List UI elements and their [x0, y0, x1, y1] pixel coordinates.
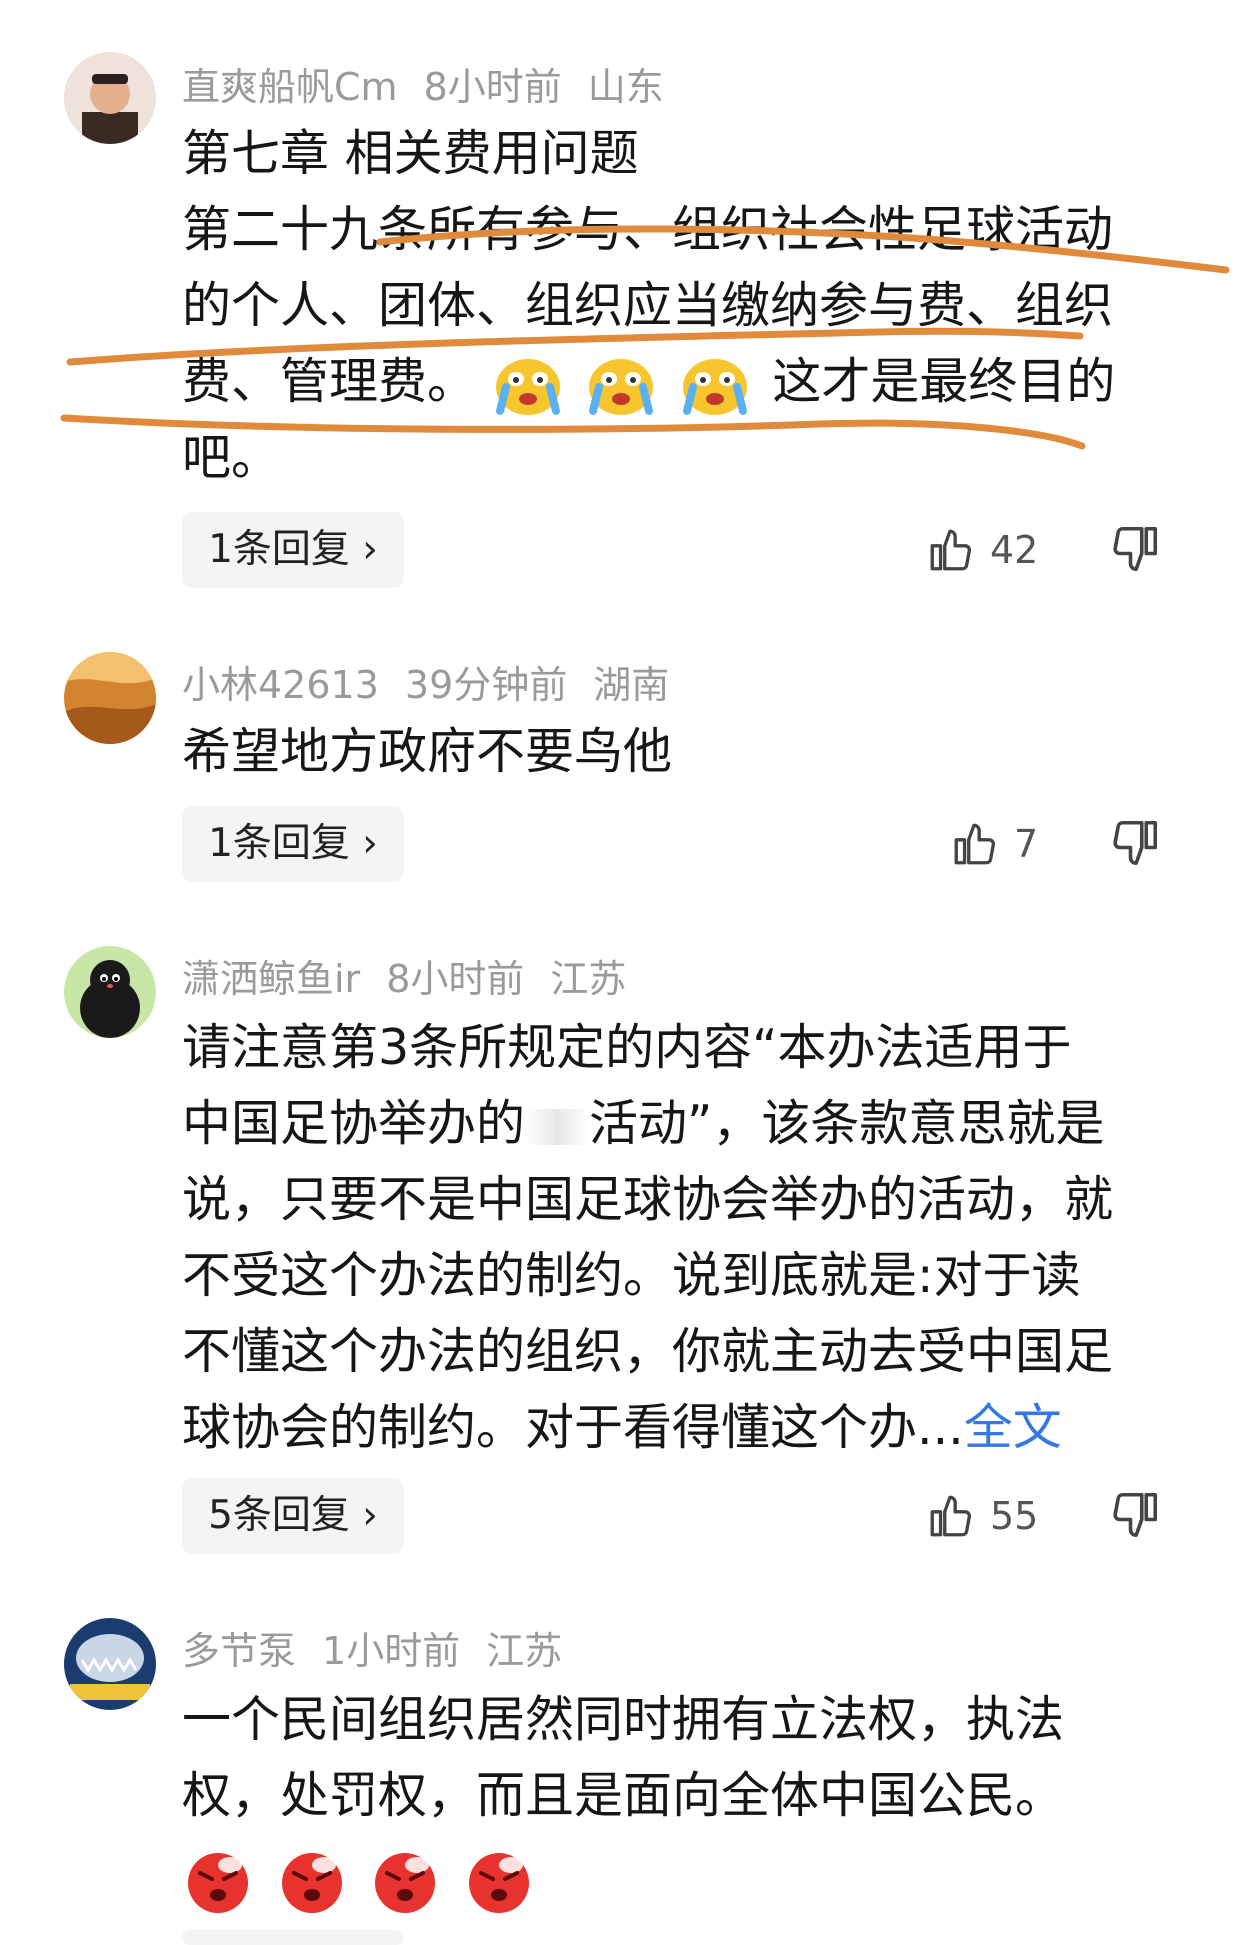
like-count: 55: [990, 1494, 1039, 1538]
thumbs-down-icon[interactable]: [1108, 522, 1162, 576]
emoji-line: [182, 1840, 1182, 1916]
text-line: 的个人、团体、组织应当缴纳参与费、组织: [182, 277, 1114, 334]
text-line: 希望地方政府不要鸟他: [182, 723, 673, 780]
redacted-blur: [525, 1108, 590, 1145]
username[interactable]: 直爽船帆Cm: [182, 65, 398, 109]
text-line: 球协会的制约。对于看得懂这个办...全文: [182, 1390, 1182, 1466]
text-line: 说，只要不是中国足球协会举办的活动，就: [182, 1171, 1114, 1228]
angry-emoji-icon: [188, 1852, 248, 1913]
like-button[interactable]: 42: [926, 520, 1038, 580]
text-line: 中国足协举办的 活动”，该条款意思就是: [182, 1086, 1182, 1162]
comment-meta: 小林42613 39分钟前 湖南: [182, 654, 695, 709]
comment-text: 第七章 相关费用问题 第二十九条所有参与、组织社会性足球活动 的个人、团体、组织…: [182, 116, 1182, 496]
user-avatar[interactable]: [64, 652, 156, 744]
text-fragment: 活动”，该条款意思就是: [589, 1095, 1105, 1152]
thumbs-down-icon[interactable]: [1108, 1488, 1162, 1542]
timestamp: 1小时前: [322, 1629, 461, 1673]
location: 山东: [587, 65, 664, 109]
angry-emoji-icon: [281, 1852, 342, 1913]
text-line: 第七章 相关费用问题: [182, 125, 639, 182]
thumbs-up-icon: [930, 1495, 972, 1537]
timestamp: 8小时前: [423, 65, 562, 109]
view-replies-button-partial[interactable]: [182, 1930, 404, 1945]
full-text-link[interactable]: 全文: [964, 1399, 1062, 1456]
thumbs-up-icon: [954, 823, 996, 865]
like-button[interactable]: 55: [926, 1486, 1038, 1546]
text-line: 不懂这个办法的组织，你就主动去受中国足: [182, 1323, 1114, 1380]
crying-emoji-icon: [495, 358, 560, 415]
like-count: 7: [1014, 822, 1039, 866]
text-fragment: 球协会的制约。对于看得懂这个办...: [182, 1399, 964, 1456]
comment-meta: 多节泵 1小时前 江苏: [182, 1620, 588, 1675]
user-avatar[interactable]: [64, 946, 156, 1038]
text-line: 不受这个办法的制约。说到底就是:对于读: [182, 1247, 1081, 1304]
view-replies-button[interactable]: 1条回复 ›: [182, 512, 404, 588]
angry-emoji-icon: [375, 1852, 436, 1913]
thumbs-down-icon[interactable]: [1108, 816, 1162, 870]
text-line: 费、管理费。 这才是最终目的: [182, 344, 1182, 420]
thumbs-up-icon: [930, 529, 972, 571]
comment-text: 希望地方政府不要鸟他: [182, 714, 1182, 790]
comment-meta: 直爽船帆Cm 8小时前 山东: [182, 56, 690, 111]
timestamp: 39分钟前: [404, 663, 568, 707]
user-avatar[interactable]: [64, 52, 156, 144]
text-line: 请注意第3条所规定的内容“本办法适用于: [182, 1019, 1072, 1076]
angry-emoji-icon: [468, 1852, 529, 1913]
username[interactable]: 潇洒鲸鱼ir: [182, 957, 360, 1001]
comment-meta: 潇洒鲸鱼ir 8小时前 江苏: [182, 948, 652, 1003]
timestamp: 8小时前: [386, 957, 525, 1001]
crying-emoji-icon: [589, 358, 654, 415]
text-line: 第二十九条所有参与、组织社会性足球活动: [182, 201, 1114, 258]
crying-emoji-icon: [682, 358, 747, 415]
text-line: 一个民间组织居然同时拥有立法权，执法: [182, 1691, 1065, 1748]
view-replies-button[interactable]: 5条回复 ›: [182, 1478, 404, 1554]
comment-text: 请注意第3条所规定的内容“本办法适用于 中国足协举办的 活动”，该条款意思就是 说…: [182, 1010, 1182, 1466]
like-button[interactable]: 7: [950, 814, 1038, 874]
location: 江苏: [550, 957, 627, 1001]
like-count: 42: [990, 528, 1039, 572]
location: 湖南: [593, 663, 670, 707]
text-fragment: 中国足协举办的: [182, 1095, 526, 1152]
username[interactable]: 多节泵: [182, 1629, 296, 1673]
text-fragment: 这才是最终目的: [772, 353, 1116, 410]
user-avatar[interactable]: [64, 1618, 156, 1710]
username[interactable]: 小林42613: [182, 663, 379, 707]
text-fragment: 费、管理费。: [182, 353, 477, 410]
text-line: 吧。: [182, 429, 281, 486]
view-replies-button[interactable]: 1条回复 ›: [182, 806, 404, 882]
location: 江苏: [486, 1629, 563, 1673]
text-line: 权，处罚权，而且是面向全体中国公民。: [182, 1767, 1065, 1824]
comment-text: 一个民间组织居然同时拥有立法权，执法 权，处罚权，而且是面向全体中国公民。: [182, 1682, 1182, 1916]
